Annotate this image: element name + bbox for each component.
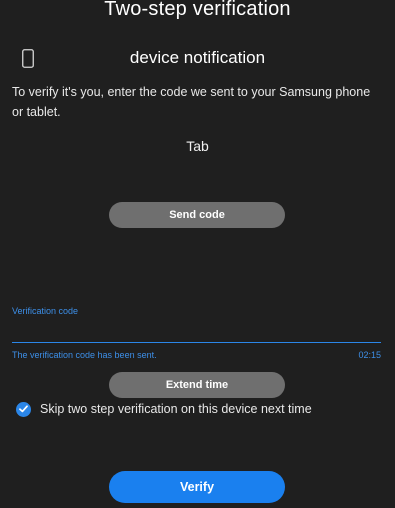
extend-time-button[interactable]: Extend time [109,372,285,398]
page-title: Two-step verification [104,0,291,20]
skip-verification-option[interactable]: Skip two step verification on this devic… [16,400,312,418]
countdown-timer: 02:15 [358,350,381,360]
skip-checkbox[interactable] [16,401,31,417]
skip-verification-label: Skip two step verification on this devic… [40,402,312,416]
verification-code-input[interactable] [12,320,381,343]
send-code-button[interactable]: Send code [109,202,285,228]
method-row: device notification [0,48,395,72]
verification-code-label: Verification code [12,306,79,316]
checkmark-icon [19,405,28,413]
code-sent-status: The verification code has been sent. [12,350,157,360]
device-name: Tab [186,138,209,154]
two-step-verification-screen: Two-step verification device notificatio… [0,0,395,508]
method-label: device notification [129,48,266,67]
instructions-text: To verify it's you, enter the code we se… [12,85,371,119]
verify-button[interactable]: Verify [109,471,285,503]
